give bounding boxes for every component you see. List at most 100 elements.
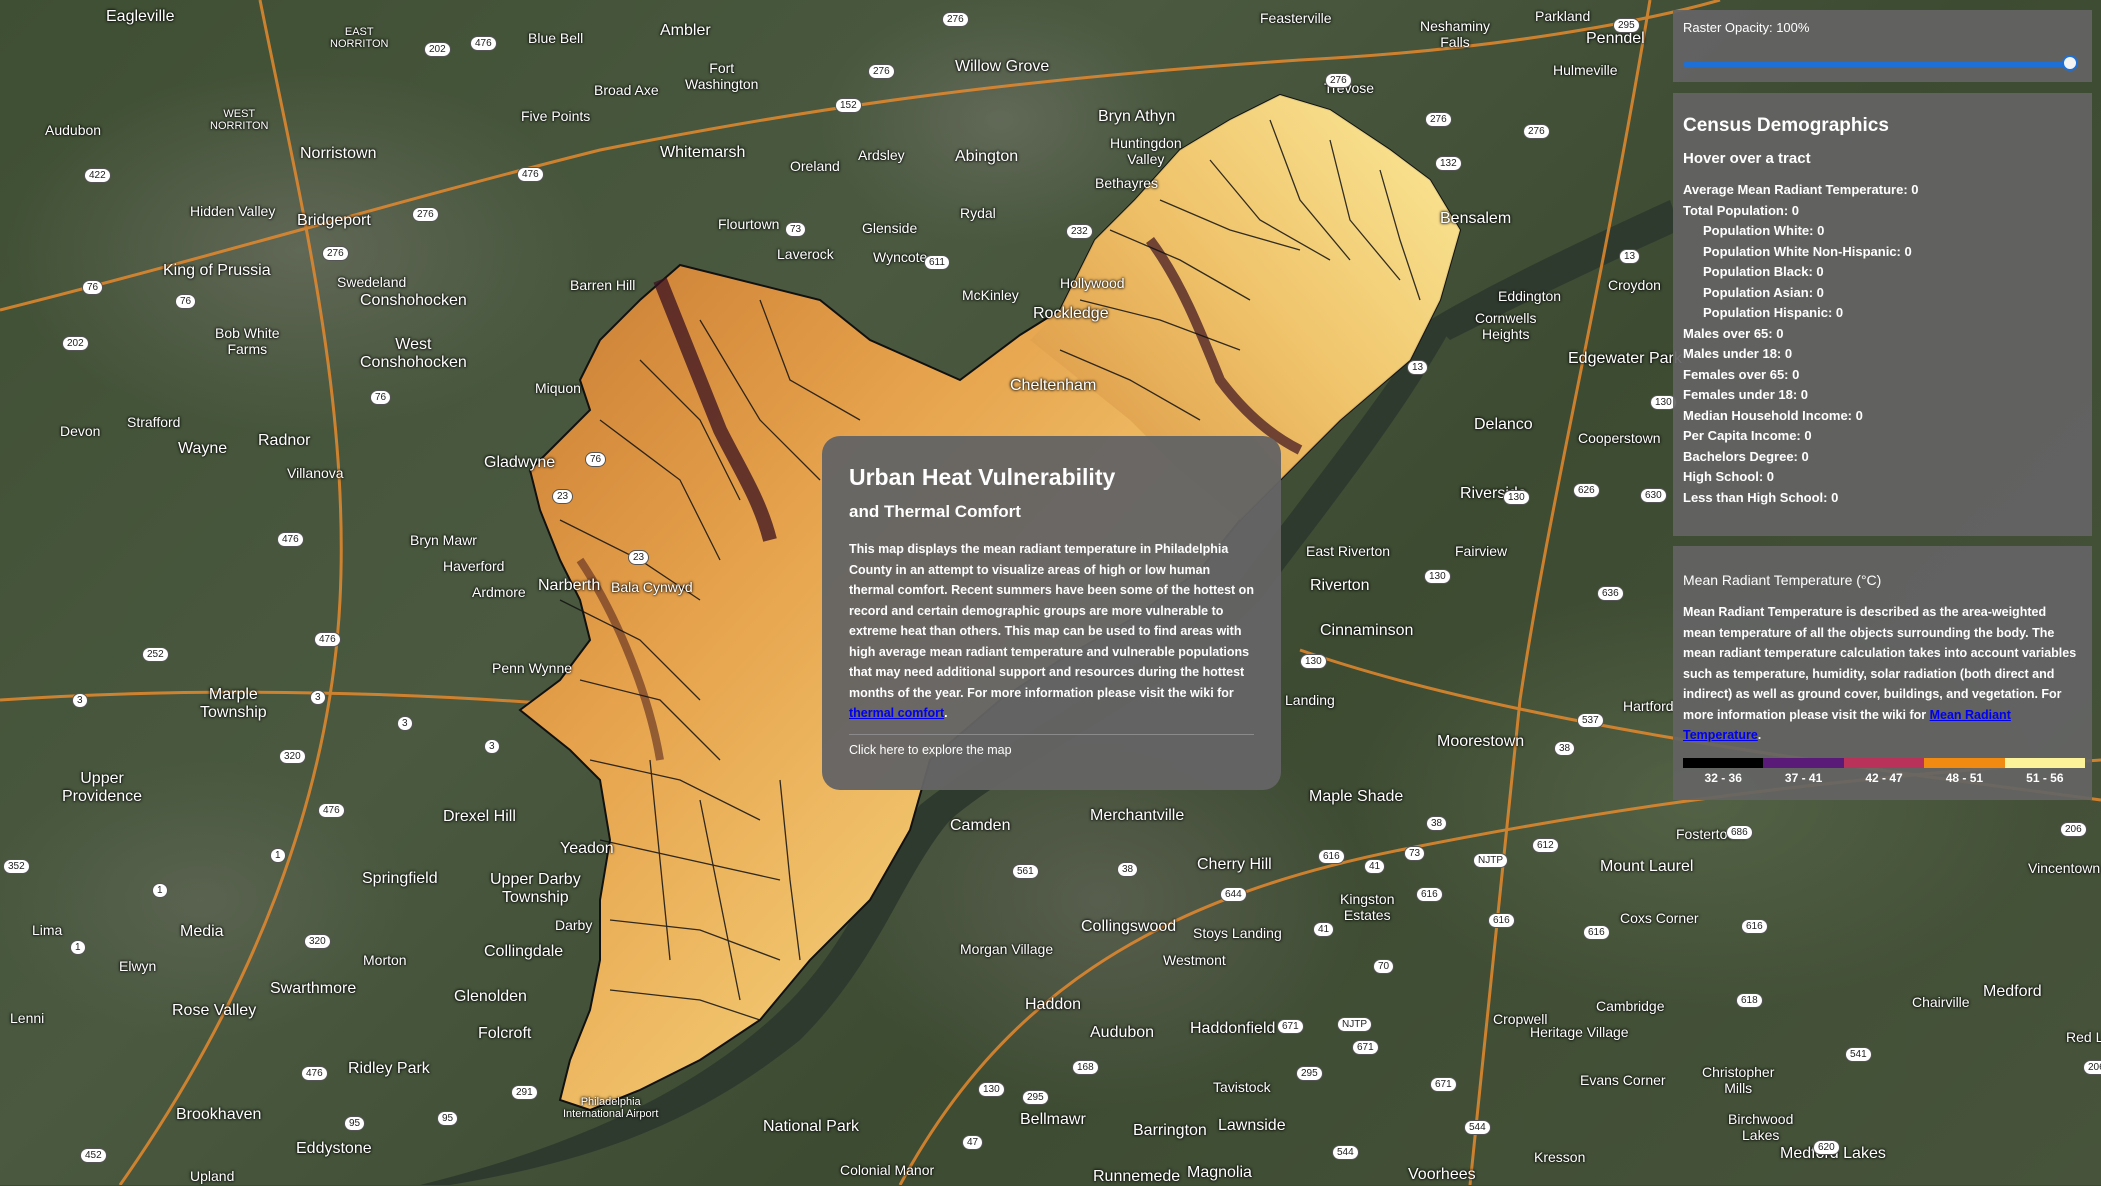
place-label: Flourtown [718,216,780,232]
legend-label: 32 - 36 [1704,770,1742,785]
legend-item: 37 - 41 [1763,757,1844,785]
road-shield: 541 [1845,1047,1872,1062]
legend-item: 51 - 56 [2004,757,2086,785]
road-shield: 23 [552,489,574,504]
road-shield: 671 [1277,1019,1304,1034]
road-shield: 252 [142,647,169,662]
road-shield: 168 [1072,1060,1099,1075]
road-shield: 276 [1325,73,1352,88]
place-label: Abington [955,148,1019,165]
place-label: Narberth [538,577,601,594]
place-label: Whitemarsh [660,144,746,161]
place-label: Radnor [258,432,311,449]
place-label: Magnolia [1187,1164,1252,1181]
place-label: National Park [763,1118,860,1135]
road-shield: 616 [1318,849,1345,864]
place-label: Lima [32,922,63,938]
census-stat: Population White: 0 [1703,223,1825,238]
mrt-title: Mean Radiant Temperature (°C) [1683,572,1882,588]
place-label: Hulmeville [1553,62,1618,78]
place-label: Broad Axe [594,82,659,98]
census-stat: Females under 18: 0 [1683,387,1808,402]
place-label: McKinley [962,287,1019,303]
place-label: Glenolden [454,988,527,1005]
place-label: WEST NORRITON [210,108,269,132]
road-shield: 616 [1416,887,1443,902]
road-shield: 76 [82,280,104,295]
road-shield: 1 [70,940,86,955]
place-label: Fort Washington [685,60,759,92]
intro-body: This map displays the mean radiant tempe… [849,539,1254,724]
census-stat: Per Capita Income: 0 [1683,428,1812,443]
road-shield: 616 [1741,919,1768,934]
opacity-slider-track[interactable] [1683,62,2070,67]
place-label: Bensalem [1440,210,1512,227]
census-stat: High School: 0 [1683,469,1774,484]
census-stat: Bachelors Degree: 0 [1683,448,1809,464]
place-label: Media [180,923,224,940]
place-label: Stoys Landing [1193,925,1282,941]
place-label: Audubon [45,122,102,138]
explore-map-button[interactable]: Click here to explore the map [849,743,1254,757]
road-shield: 130 [978,1082,1005,1097]
census-stat: Less than High School: 0 [1683,489,1839,505]
road-shield: 476 [277,532,304,547]
place-label: Bridgeport [297,212,371,229]
road-shield: 476 [314,632,341,647]
road-shield: 476 [301,1066,328,1081]
place-label: Fairview [1455,543,1508,559]
place-label: Christopher Mills [1702,1064,1775,1096]
road-shield: 38 [1117,862,1139,877]
place-label: Voorhees [1408,1166,1476,1183]
place-label: Brookhaven [176,1106,262,1123]
place-label: Conshohocken [360,292,467,309]
road-shield: 130 [1424,569,1451,584]
road-shield: 276 [868,64,895,79]
road-shield: 70 [1373,959,1395,974]
place-label: Eddystone [296,1140,372,1157]
place-label: Ambler [660,22,711,39]
place-label: Landing [1285,692,1335,708]
road-shield: 130 [1300,654,1327,669]
place-label: Rydal [960,205,996,221]
road-shield: 612 [1532,838,1559,853]
road-shield: 73 [785,222,807,237]
place-label: Kingston Estates [1340,891,1395,923]
intro-body-end: . [944,706,948,720]
legend-item: 48 - 51 [1924,757,2005,785]
legend-item: 32 - 36 [1683,757,1764,785]
place-label: Bryn Mawr [410,532,477,548]
place-label: Bethayres [1095,175,1159,191]
place-label: Wyncote [873,249,928,265]
place-label: Colonial Manor [840,1162,935,1178]
opacity-slider-thumb[interactable] [2062,55,2078,71]
place-label: Camden [950,817,1011,834]
census-stat: Population Hispanic: 0 [1703,305,1844,320]
place-label: Chairville [1912,994,1970,1010]
place-label: Runnemede [1093,1168,1181,1185]
census-stat: Females over 65: 0 [1683,366,1800,382]
legend-item: 42 - 47 [1843,757,1925,785]
legend-swatch [1924,757,2005,768]
place-label: Parkland [1535,8,1591,24]
place-label: Yeadon [560,840,614,857]
legend-label: 37 - 41 [1784,770,1823,785]
place-label: Hartford [1623,698,1674,714]
place-label: Audubon [1090,1024,1155,1041]
road-shield: 630 [1640,488,1667,503]
road-shield: 291 [511,1085,538,1100]
census-demographics-panel: Census Demographics Hover over a tract A… [1673,93,2092,536]
place-label: Ridley Park [348,1060,430,1077]
legend-swatch [1763,757,1844,768]
place-label: Vincentown [2028,860,2101,876]
place-label: EAST NORRITON [330,26,389,50]
road-shield: 544 [1464,1120,1491,1135]
place-label: Upland [190,1168,235,1184]
intro-title: Urban Heat Vulnerability [849,464,1116,490]
place-label: Norristown [300,145,377,162]
thermal-comfort-link[interactable]: thermal comfort [849,706,944,720]
place-label: Willow Grove [955,58,1050,75]
road-shield: NJTP [1337,1017,1372,1032]
road-shield: 13 [1407,360,1429,375]
place-label: Morgan Village [960,941,1054,957]
